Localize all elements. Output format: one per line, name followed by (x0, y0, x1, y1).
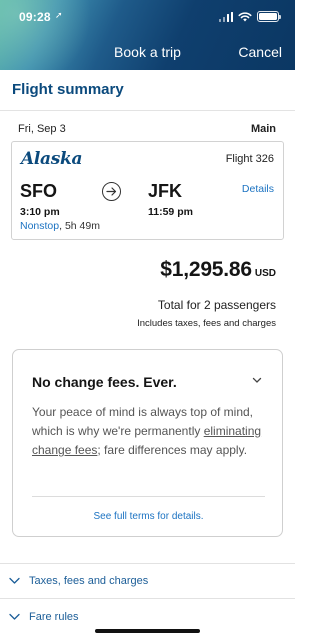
home-indicator[interactable] (95, 629, 200, 633)
passenger-total-text: Total for 2 passengers (157, 298, 276, 312)
arrival-time: 11:59 pm (148, 206, 193, 218)
departure-time: 3:10 pm (20, 206, 60, 218)
fare-rules-label: Fare rules (29, 610, 79, 623)
app-header: 09:28 ➚ Book a trip Cancel (0, 0, 295, 70)
chevron-down-icon[interactable] (251, 374, 263, 386)
price-currency: USD (254, 268, 276, 279)
price-total: $1,295.86 USD (160, 258, 276, 282)
no-change-fees-card: No change fees. Ever. Your peace of mind… (12, 349, 283, 537)
status-bar: 09:28 ➚ (0, 0, 295, 34)
origin-airport-code: SFO (20, 181, 58, 201)
flight-summary-heading: Flight summary (12, 81, 124, 98)
status-icons (218, 11, 281, 22)
flight-date: Fri, Sep 3 (18, 123, 66, 135)
section-divider (0, 598, 295, 599)
chevron-down-icon (9, 613, 20, 620)
details-link[interactable]: Details (242, 183, 274, 195)
status-time: 09:28 (19, 10, 51, 24)
wifi-icon (238, 11, 252, 21)
no-change-fees-heading: No change fees. Ever. (32, 374, 177, 390)
location-arrow-icon: ➚ (55, 10, 63, 20)
arrow-right-glyph (106, 187, 117, 196)
section-divider (0, 563, 295, 564)
battery-level-fill (259, 13, 277, 20)
cellular-signal-icon (218, 11, 233, 22)
includes-taxes-text: Includes taxes, fees and charges (137, 318, 276, 329)
fee-card-divider (32, 496, 265, 497)
stops-duration: Nonstop, 5h 49m (20, 220, 100, 232)
no-change-fees-body: Your peace of mind is always top of mind… (32, 403, 268, 460)
battery-icon (257, 11, 281, 22)
nonstop-link[interactable]: Nonstop (20, 220, 59, 232)
full-terms-link[interactable]: See full terms for details. (13, 511, 284, 522)
airline-logo: Alaska (21, 149, 83, 169)
chevron-down-icon (9, 577, 20, 584)
fare-class: Main (250, 123, 276, 135)
fare-rules-section[interactable]: Fare rules (8, 610, 79, 623)
flight-duration: , 5h 49m (59, 220, 100, 232)
cancel-button[interactable]: Cancel (238, 44, 282, 60)
summary-divider (0, 110, 295, 111)
price-amount: $1,295.86 (160, 258, 252, 281)
arrow-right-circle-icon (102, 182, 121, 201)
flight-card: Alaska Flight 326 SFO JFK Details 3:10 p… (11, 141, 284, 240)
fee-body-text-end: ; fare differences may apply. (97, 443, 248, 457)
taxes-fees-section[interactable]: Taxes, fees and charges (8, 574, 148, 587)
destination-airport-code: JFK (148, 181, 183, 201)
flight-number: Flight 326 (225, 153, 274, 165)
taxes-fees-label: Taxes, fees and charges (29, 574, 149, 587)
